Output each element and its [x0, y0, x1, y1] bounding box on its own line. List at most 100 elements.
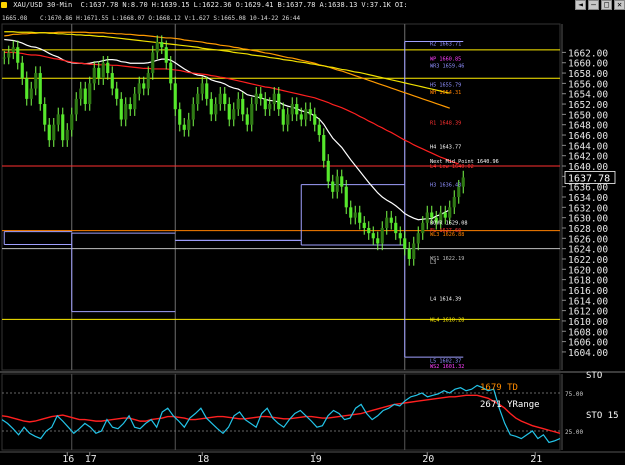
candle-body — [7, 52, 11, 58]
pivot-label: WP 1660.85 — [430, 56, 461, 62]
pivot-label: WR3 1659.46 — [430, 64, 464, 70]
price-tick-label: 1660.00 — [568, 59, 608, 70]
price-tick-label: 1618.00 — [568, 276, 608, 287]
candle-body — [403, 238, 407, 249]
candle-body — [407, 248, 411, 259]
candle-body — [250, 104, 254, 125]
candle-body — [205, 83, 209, 99]
pivot-label: H5 1655.79 — [430, 82, 461, 88]
time-tick-label: 21 — [530, 454, 542, 465]
last-price-label: 1637.78 — [568, 173, 610, 184]
pivot-label: H3 1636.43 — [430, 182, 461, 188]
candle-body — [209, 98, 213, 115]
price-tick-label: 1654.00 — [568, 90, 608, 101]
candle-body — [263, 98, 267, 110]
candle-body — [29, 88, 33, 99]
candle-body — [70, 114, 74, 130]
candle-body — [142, 83, 146, 89]
candle-body — [277, 93, 281, 110]
candle-body — [34, 73, 38, 89]
candle-body — [461, 177, 465, 187]
indicator-right-label: STO 15 — [586, 411, 619, 421]
indicator-label-yrange: 2671 YRange — [480, 400, 540, 410]
price-tick-label: 1646.00 — [568, 131, 608, 142]
price-tick-label: 1648.00 — [568, 121, 608, 132]
header-row3: C:1670.86 H:1671.55 L:1668.07 O:1668.12 … — [40, 15, 300, 22]
price-tick-label: 1644.00 — [568, 141, 608, 152]
candle-body — [322, 135, 326, 161]
time-tick-label: 16 — [62, 454, 74, 465]
candle-body — [412, 243, 416, 259]
candle-body — [25, 78, 29, 99]
price-tick-label: 1652.00 — [568, 100, 608, 111]
price-tick-label: 1658.00 — [568, 69, 608, 80]
candle-body — [385, 217, 389, 228]
pivot-label: WS2 1601.32 — [430, 364, 464, 370]
price-tick-label: 1650.00 — [568, 110, 608, 121]
price-tick-label: 1634.00 — [568, 193, 608, 204]
price-tick-label: 1642.00 — [568, 152, 608, 163]
candle-body — [38, 73, 42, 105]
candle-body — [155, 42, 159, 53]
candle-body — [218, 93, 222, 105]
price-tick-label: 1616.00 — [568, 286, 608, 297]
candle-body — [88, 83, 92, 105]
candle-body — [416, 233, 420, 244]
candle-body — [74, 98, 78, 115]
pivot-label: WH 1654.31 — [430, 90, 461, 96]
candle-body — [79, 88, 83, 99]
candle-body — [367, 227, 371, 234]
candle-body — [200, 83, 204, 94]
candle-body — [308, 109, 312, 115]
candle-body — [317, 124, 321, 136]
price-tick-label: 1614.00 — [568, 296, 608, 307]
candle-body — [106, 62, 110, 74]
candle-body — [196, 93, 200, 105]
candle-body — [362, 222, 366, 228]
pivot-label: WL4 1610.28 — [430, 317, 464, 323]
candle-body — [286, 114, 290, 125]
price-tick-label: 1656.00 — [568, 79, 608, 90]
candle-body — [304, 109, 308, 120]
ma-orange-line — [4, 31, 450, 109]
time-tick-label: 18 — [197, 454, 209, 465]
price-tick-label: 1630.00 — [568, 214, 608, 225]
price-tick-label: 1612.00 — [568, 307, 608, 318]
candle-body — [353, 212, 357, 218]
pivot-label: R2 1663.71 — [430, 42, 461, 48]
candle-body — [214, 104, 218, 115]
candle-body — [52, 124, 56, 141]
price-tick-label: 1628.00 — [568, 224, 608, 235]
price-tick-label: 1608.00 — [568, 327, 608, 338]
candle-body — [169, 62, 173, 84]
price-tick-label: 1662.00 — [568, 48, 608, 59]
header-row2: 1665.08 — [2, 15, 28, 22]
candle-body — [380, 227, 384, 244]
candle-body — [43, 104, 47, 125]
candle-body — [254, 93, 258, 105]
candle-body — [349, 207, 353, 218]
time-tick-label: 20 — [422, 454, 434, 465]
candle-body — [133, 93, 137, 110]
candle-body — [178, 109, 182, 125]
chart-window: XAU/USD 30-Min C:1637.78 N:8.70 H:1639.15 L… — [0, 0, 625, 465]
pivot-label: L4 Low 1640.02 — [430, 164, 474, 170]
candle-body — [394, 222, 398, 234]
pivot-label: R1 1648.39 — [430, 121, 461, 127]
time-tick-label: 17 — [85, 454, 97, 465]
price-tick-label: 1632.00 — [568, 203, 608, 214]
candle-body — [389, 217, 393, 223]
candle-body — [421, 222, 425, 234]
candle-body — [151, 52, 155, 74]
candle-body — [173, 83, 177, 110]
candle-body — [340, 176, 344, 187]
candle-body — [245, 114, 249, 125]
candle-body — [398, 233, 402, 239]
candle-body — [268, 104, 272, 110]
candle-body — [425, 212, 429, 223]
candle-body — [290, 104, 294, 115]
price-chart[interactable]: R2 1663.71 WP 1660.85 WR3 1659.46 H5 1655.7… — [0, 0, 625, 465]
candle-body — [20, 62, 24, 79]
candle-body — [16, 47, 20, 63]
candle-body — [430, 212, 434, 218]
